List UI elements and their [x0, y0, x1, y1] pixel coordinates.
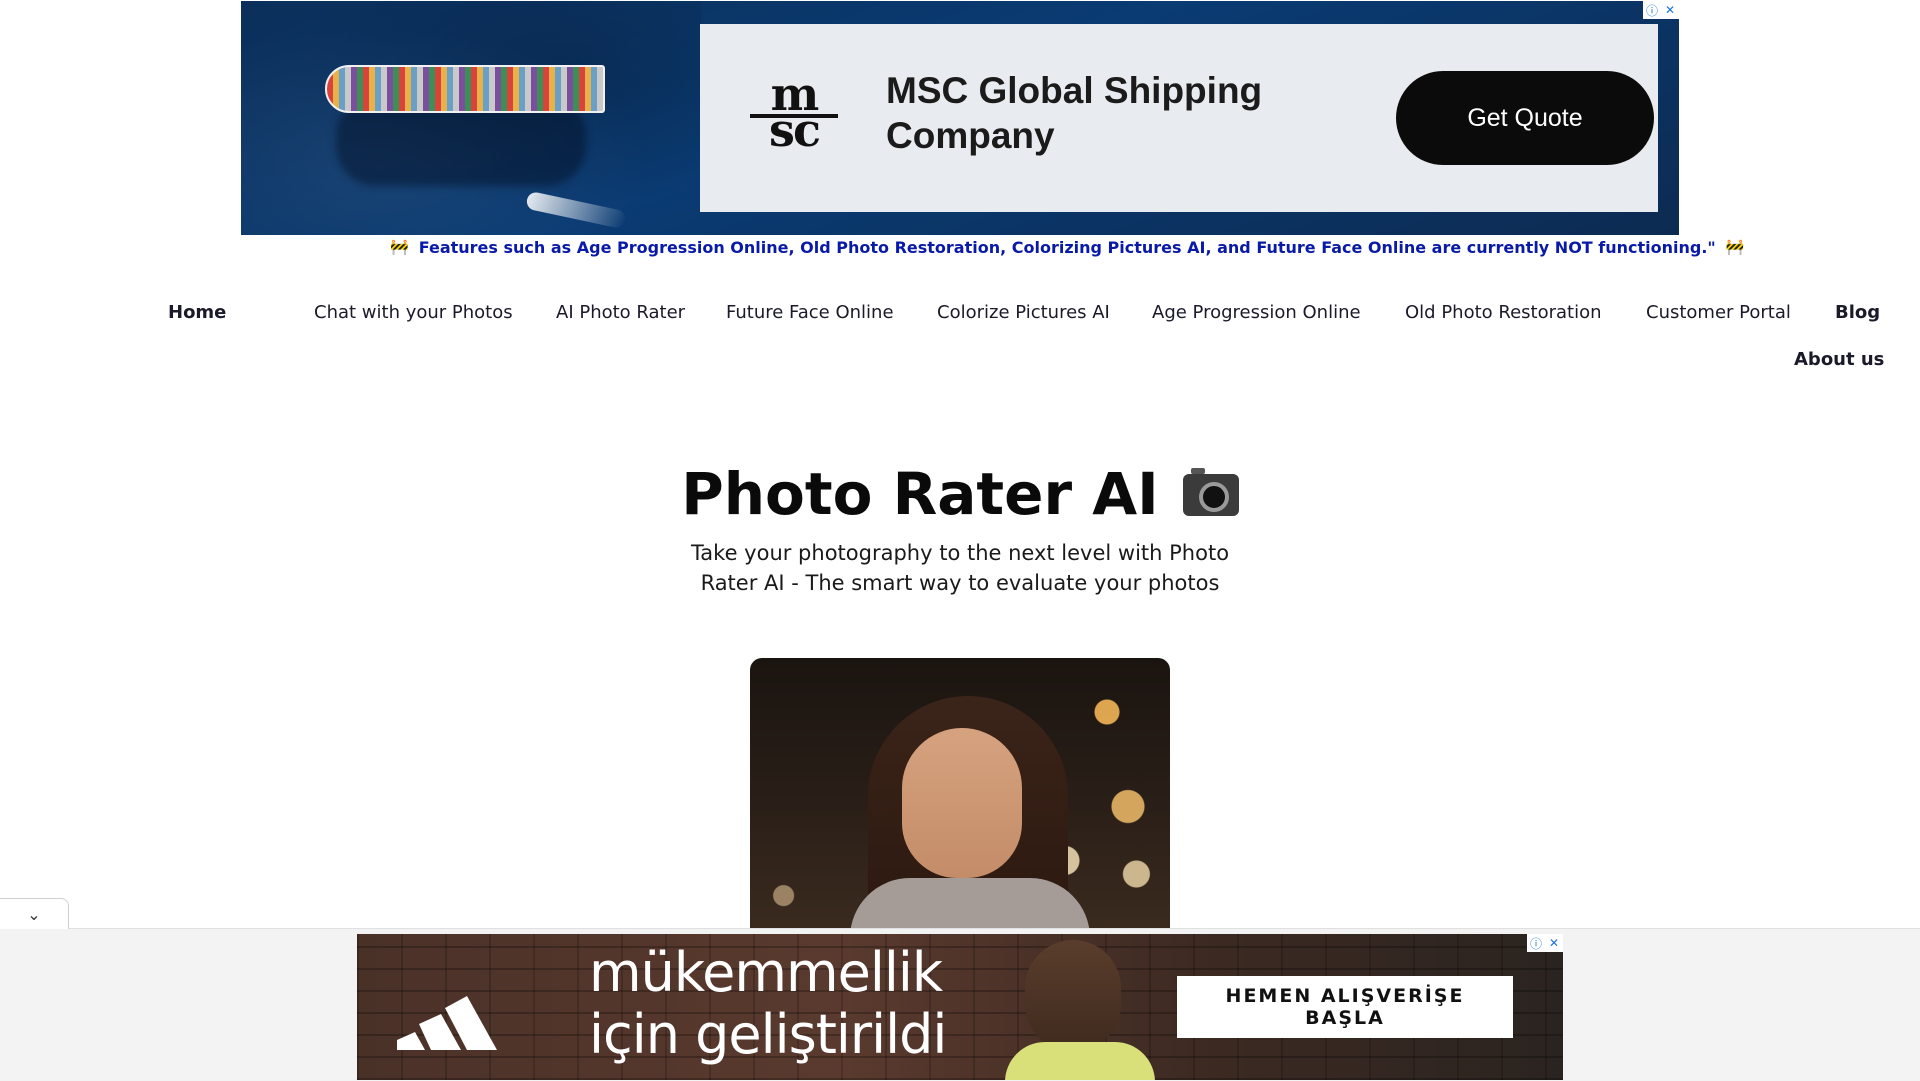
bottom-ad-headline: mükemmellik için geliştirildi: [589, 941, 947, 1066]
barrier-icon: 🚧: [1725, 238, 1745, 256]
bottom-ad-choices: ⓘ ✕: [1527, 934, 1563, 952]
nav-colorize-pictures-ai[interactable]: Colorize Pictures AI: [937, 302, 1110, 323]
info-icon[interactable]: ⓘ: [1643, 1, 1661, 19]
nav-home[interactable]: Home: [168, 302, 226, 323]
page-title: Photo Rater AI: [0, 460, 1920, 528]
ad-model-image: [1005, 934, 1155, 1080]
collapse-ad-toggle[interactable]: ⌄: [0, 898, 69, 929]
notice-text: Features such as Age Progression Online,…: [418, 237, 1716, 257]
nav-old-photo-restoration[interactable]: Old Photo Restoration: [1405, 302, 1602, 323]
msc-logo: m sc: [750, 71, 838, 156]
nav-customer-portal[interactable]: Customer Portal: [1646, 302, 1791, 323]
portrait-face: [902, 728, 1022, 878]
chevron-down-icon: ⌄: [27, 904, 41, 924]
nav-chat-with-your-photos[interactable]: Chat with your Photos: [314, 302, 513, 323]
container-ship-image: [325, 65, 605, 113]
portrait-shoulders: [850, 878, 1090, 928]
model-shirt: [1005, 1042, 1155, 1080]
model-head: [1025, 940, 1121, 1052]
shop-now-button[interactable]: HEMEN ALIŞVERİŞE BAŞLA: [1177, 976, 1513, 1038]
ad-content-panel: m sc MSC Global Shipping Company Get Quo…: [700, 24, 1658, 212]
nav-future-face-online[interactable]: Future Face Online: [726, 302, 894, 323]
close-icon[interactable]: ✕: [1661, 1, 1679, 19]
ad-headline: MSC Global Shipping Company: [886, 70, 1263, 156]
ad-choices: ⓘ ✕: [1643, 1, 1679, 19]
page-subtitle: Take your photography to the next level …: [690, 541, 1230, 595]
nav-age-progression-online[interactable]: Age Progression Online: [1152, 302, 1361, 323]
nav-about-us[interactable]: About us: [1794, 349, 1884, 370]
sample-portrait-image: [750, 658, 1170, 928]
bottom-ad-banner[interactable]: mükemmellik için geliştirildi HEMEN ALIŞ…: [357, 934, 1563, 1080]
info-icon[interactable]: ⓘ: [1527, 934, 1545, 952]
feature-notice: 🚧 Features such as Age Progression Onlin…: [390, 236, 1744, 258]
top-ad-banner[interactable]: m sc MSC Global Shipping Company Get Quo…: [241, 1, 1679, 235]
adidas-logo: [397, 996, 497, 1050]
nav-ai-photo-rater[interactable]: AI Photo Rater: [556, 302, 685, 323]
get-quote-button[interactable]: Get Quote: [1396, 71, 1654, 165]
page-title-text: Photo Rater AI: [681, 460, 1159, 528]
nav-blog[interactable]: Blog: [1835, 302, 1880, 323]
barrier-icon: 🚧: [390, 238, 409, 256]
camera-icon: [1182, 468, 1239, 516]
close-icon[interactable]: ✕: [1545, 934, 1563, 952]
msc-logo-bar: [750, 114, 838, 118]
